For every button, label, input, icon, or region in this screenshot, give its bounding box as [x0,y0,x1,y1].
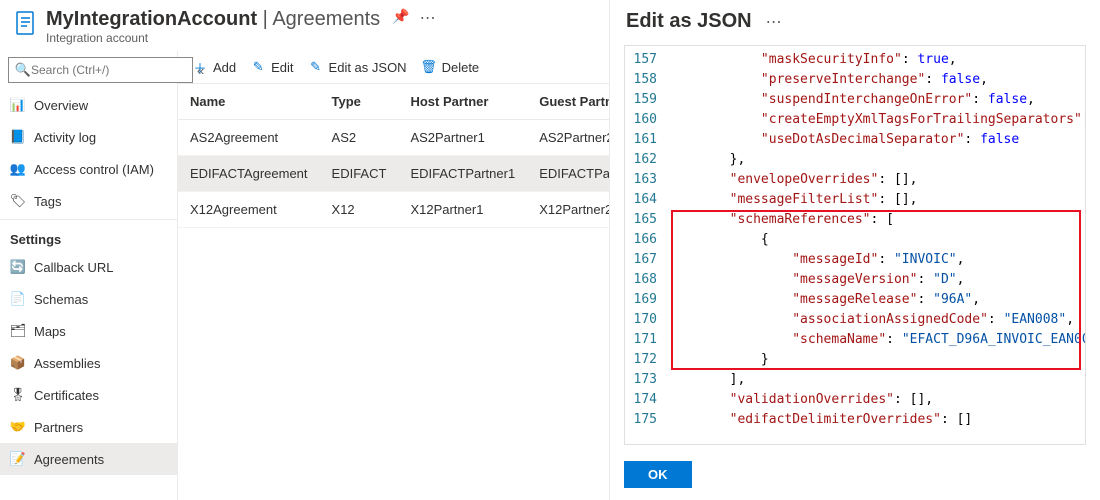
code-line[interactable]: 168 "messageVersion": "D", [625,270,1085,290]
activity-log-icon: 📘 [10,129,26,145]
sidebar-item-label: Agreements [34,452,104,467]
code-line[interactable]: 166 { [625,230,1085,250]
pin-icon[interactable]: 📌 [392,8,409,25]
certificates-icon: 🎖 [10,387,26,403]
code-line[interactable]: 159 "suspendInterchangeOnError": false, [625,90,1085,110]
more-icon[interactable]: ⋯ [766,12,782,32]
toolbar: ＋Add ✎Edit ✎Edit as JSON 🗑Delete [178,51,609,84]
sidebar-item-label: Tags [34,194,61,209]
partners-icon: 🤝 [10,419,26,435]
table-row[interactable]: X12AgreementX12X12Partner1X12Partner2 [178,192,609,228]
maps-icon: 🗂 [10,323,26,339]
assemblies-icon: 📦 [10,355,26,371]
sidebar-item-label: Assemblies [34,356,100,371]
table-cell: EDIFACTAgreement [178,156,320,192]
table-cell: X12Partner1 [398,192,527,228]
edit-json-button[interactable]: ✎Edit as JSON [308,59,407,75]
code-line[interactable]: 174 "validationOverrides": [], [625,390,1085,410]
pencil-icon: ✎ [308,59,324,75]
table-row[interactable]: EDIFACTAgreementEDIFACTEDIFACTPartner1ED… [178,156,609,192]
schemas-icon: 📄 [10,291,26,307]
sidebar-item-access-control-iam-[interactable]: 👥 Access control (IAM) [0,153,177,185]
json-editor[interactable]: 157 "maskSecurityInfo": true,158 "preser… [624,45,1086,445]
sidebar-item-tags[interactable]: 🏷 Tags [0,185,177,217]
agreements-table: NameTypeHost PartnerGuest Partner AS2Agr… [178,84,609,228]
sidebar-item-label: Schemas [34,292,88,307]
table-cell: X12Partner2 [527,192,609,228]
code-line[interactable]: 162 }, [625,150,1085,170]
code-line[interactable]: 157 "maskSecurityInfo": true, [625,50,1085,70]
sidebar-item-maps[interactable]: 🗂 Maps [0,315,177,347]
sidebar-item-activity-log[interactable]: 📘 Activity log [0,121,177,153]
agreements-resource-icon [14,8,38,38]
code-line[interactable]: 164 "messageFilterList": [], [625,190,1085,210]
table-cell: X12Agreement [178,192,320,228]
column-header[interactable]: Host Partner [398,84,527,120]
table-row[interactable]: AS2AgreementAS2AS2Partner1AS2Partner2 [178,120,609,156]
code-line[interactable]: 170 "associationAssignedCode": "EAN008", [625,310,1085,330]
code-line[interactable]: 172 } [625,350,1085,370]
settings-heading: Settings [0,222,177,251]
table-cell: EDIFACTPartner1 [398,156,527,192]
callback-icon: 🔄 [10,259,26,275]
table-cell: AS2Partner1 [398,120,527,156]
page-title: MyIntegrationAccount | Agreements [46,8,380,31]
sidebar-item-certificates[interactable]: 🎖 Certificates [0,379,177,411]
sidebar-item-partners[interactable]: 🤝 Partners [0,411,177,443]
sidebar: 🔍 « 📊Overview📘Activity log👥Access contro… [0,51,178,500]
add-button[interactable]: ＋Add [192,59,236,75]
code-line[interactable]: 158 "preserveInterchange": false, [625,70,1085,90]
column-header[interactable]: Name [178,84,320,120]
column-header[interactable]: Type [320,84,399,120]
table-cell: EDIFACT [320,156,399,192]
table-cell: AS2Partner2 [527,120,609,156]
table-cell: AS2 [320,120,399,156]
sidebar-item-schemas[interactable]: 📄 Schemas [0,283,177,315]
more-icon[interactable]: ⋯ [420,8,436,28]
sidebar-item-label: Access control (IAM) [34,162,154,177]
sidebar-item-agreements[interactable]: 📝 Agreements [0,443,177,475]
code-line[interactable]: 165 "schemaReferences": [ [625,210,1085,230]
page-header: MyIntegrationAccount | Agreements Integr… [0,0,609,51]
sidebar-item-label: Certificates [34,388,99,403]
search-input[interactable]: 🔍 [8,57,193,83]
pencil-icon: ✎ [250,59,266,75]
overview-icon: 📊 [10,97,26,113]
sidebar-item-label: Maps [34,324,66,339]
sidebar-item-overview[interactable]: 📊 Overview [0,89,177,121]
sidebar-item-label: Partners [34,420,83,435]
code-line[interactable]: 163 "envelopeOverrides": [], [625,170,1085,190]
plus-icon: ＋ [192,59,208,75]
code-line[interactable]: 173 ], [625,370,1085,390]
edit-button[interactable]: ✎Edit [250,59,293,75]
code-line[interactable]: 160 "createEmptyXmlTagsForTrailingSepara… [625,110,1085,130]
code-line[interactable]: 169 "messageRelease": "96A", [625,290,1085,310]
code-line[interactable]: 171 "schemaName": "EFACT_D96A_INVOIC_EAN… [625,330,1085,350]
table-cell: AS2Agreement [178,120,320,156]
resource-type-label: Integration account [46,31,380,45]
sidebar-item-label: Overview [34,98,88,113]
sidebar-item-assemblies[interactable]: 📦 Assemblies [0,347,177,379]
access-control-icon: 👥 [10,161,26,177]
agreements-icon: 📝 [10,451,26,467]
table-cell: X12 [320,192,399,228]
code-line[interactable]: 167 "messageId": "INVOIC", [625,250,1085,270]
table-cell: EDIFACTPartner2 [527,156,609,192]
code-line[interactable]: 175 "edifactDelimiterOverrides": [] [625,410,1085,430]
search-icon: 🔍 [15,62,31,78]
sidebar-item-label: Callback URL [34,260,113,275]
json-panel-title: Edit as JSON [626,10,752,33]
column-header[interactable]: Guest Partner [527,84,609,120]
ok-button[interactable]: OK [624,461,692,488]
tags-icon: 🏷 [10,193,26,209]
code-line[interactable]: 161 "useDotAsDecimalSeparator": false [625,130,1085,150]
sidebar-item-label: Activity log [34,130,96,145]
delete-button[interactable]: 🗑Delete [421,59,480,75]
trash-icon: 🗑 [421,59,437,75]
sidebar-item-callback-url[interactable]: 🔄 Callback URL [0,251,177,283]
